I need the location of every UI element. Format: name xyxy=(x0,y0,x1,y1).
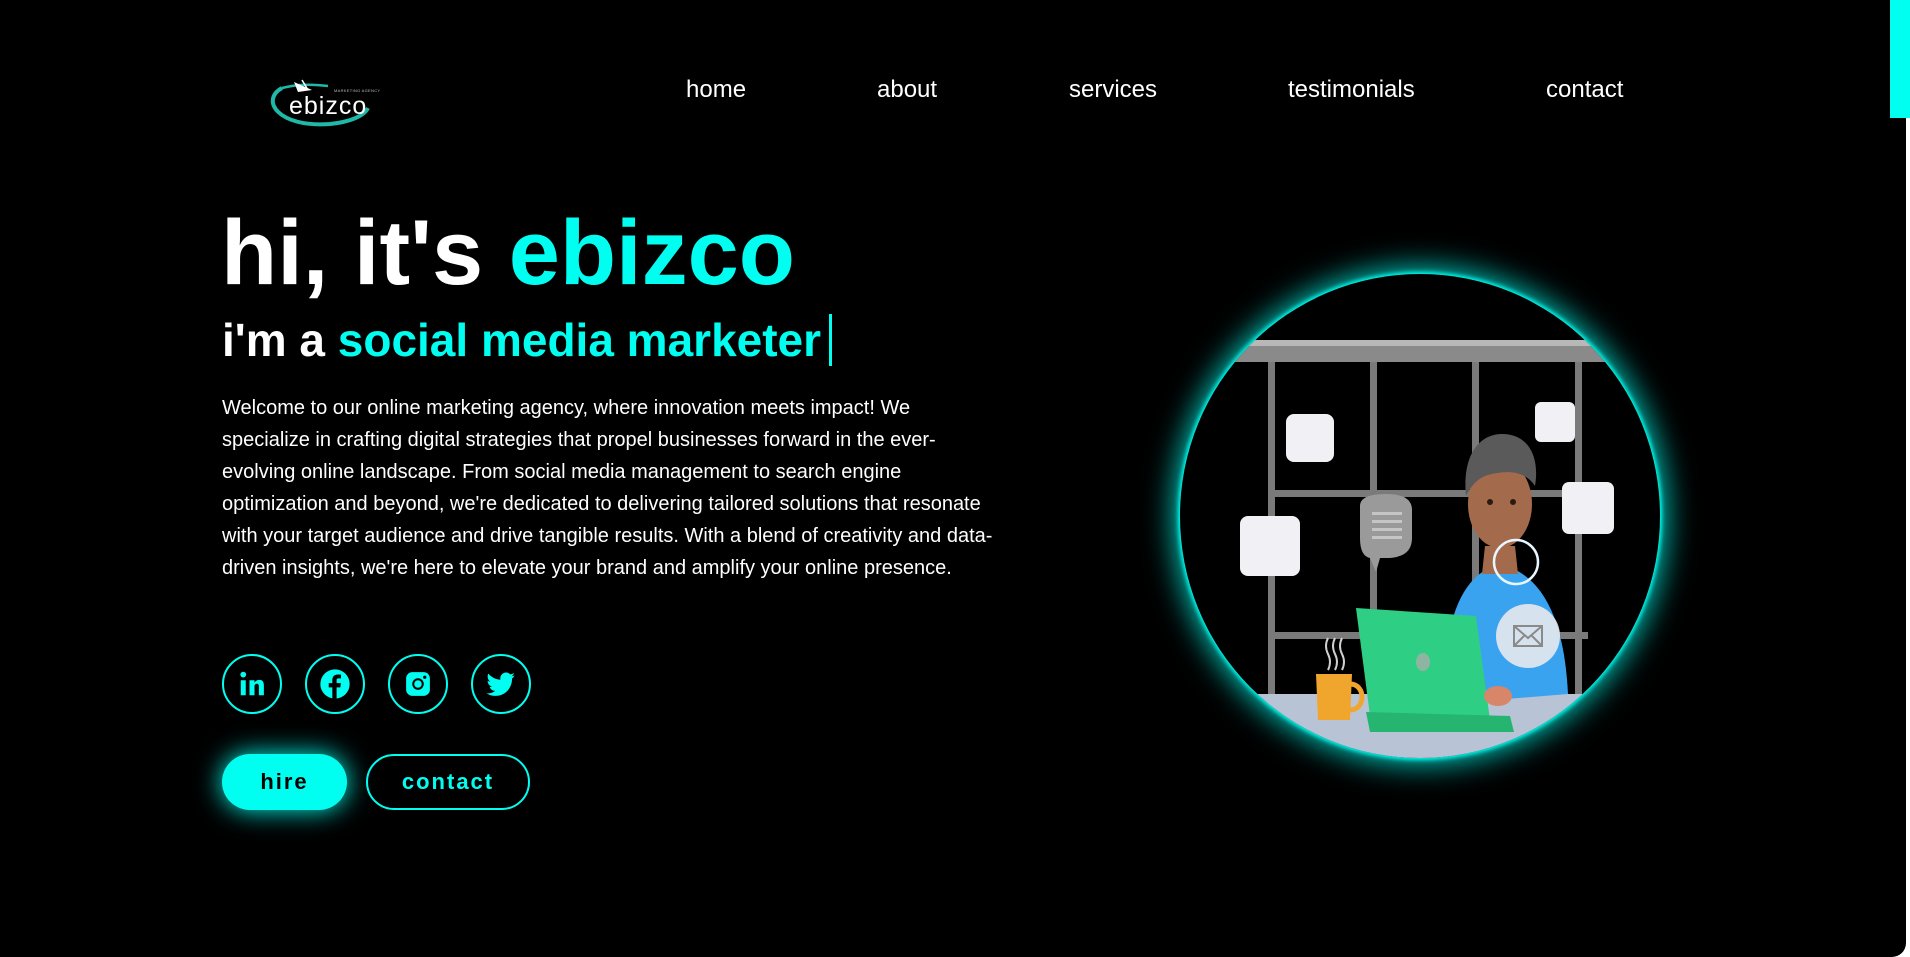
landing-page: MARKETING AGENCY ebizco home about servi… xyxy=(0,0,1906,957)
main-nav: home about services testimonials contact xyxy=(0,76,1906,106)
instagram-icon xyxy=(406,672,430,696)
hero-subtitle: i'm a social media marketer xyxy=(222,312,833,368)
hero-subtitle-prefix: i'm a xyxy=(222,314,338,366)
scrollbar-thumb[interactable] xyxy=(1890,0,1910,118)
nav-link-about[interactable]: about xyxy=(877,76,937,104)
twitter-link[interactable] xyxy=(471,654,531,714)
browser-viewport: MARKETING AGENCY ebizco home about servi… xyxy=(0,0,1910,957)
hero-title-brand: ebizco xyxy=(508,202,795,304)
hero-description: Welcome to our online marketing agency, … xyxy=(222,397,993,579)
marketer-at-laptop-illustration xyxy=(1180,340,1660,758)
facebook-icon xyxy=(320,669,350,699)
nav-link-services[interactable]: services xyxy=(1069,76,1157,104)
hero-title-prefix: hi, it's xyxy=(221,202,509,304)
nav-link-testimonials[interactable]: testimonials xyxy=(1288,76,1415,104)
hero-subtitle-role: social media marketer xyxy=(337,314,822,366)
instagram-link[interactable] xyxy=(388,654,448,714)
hero-illustration xyxy=(1180,274,1660,758)
contact-button[interactable]: contact xyxy=(366,754,530,810)
linkedin-icon xyxy=(240,671,264,696)
linkedin-link[interactable] xyxy=(222,654,282,714)
nav-link-home[interactable]: home xyxy=(686,76,746,104)
typing-caret xyxy=(829,314,833,366)
nav-link-contact[interactable]: contact xyxy=(1546,76,1623,104)
twitter-icon xyxy=(486,672,515,696)
hire-button[interactable]: hire xyxy=(222,754,347,810)
facebook-link[interactable] xyxy=(305,654,365,714)
hero-title: hi, it's ebizco xyxy=(221,198,795,308)
